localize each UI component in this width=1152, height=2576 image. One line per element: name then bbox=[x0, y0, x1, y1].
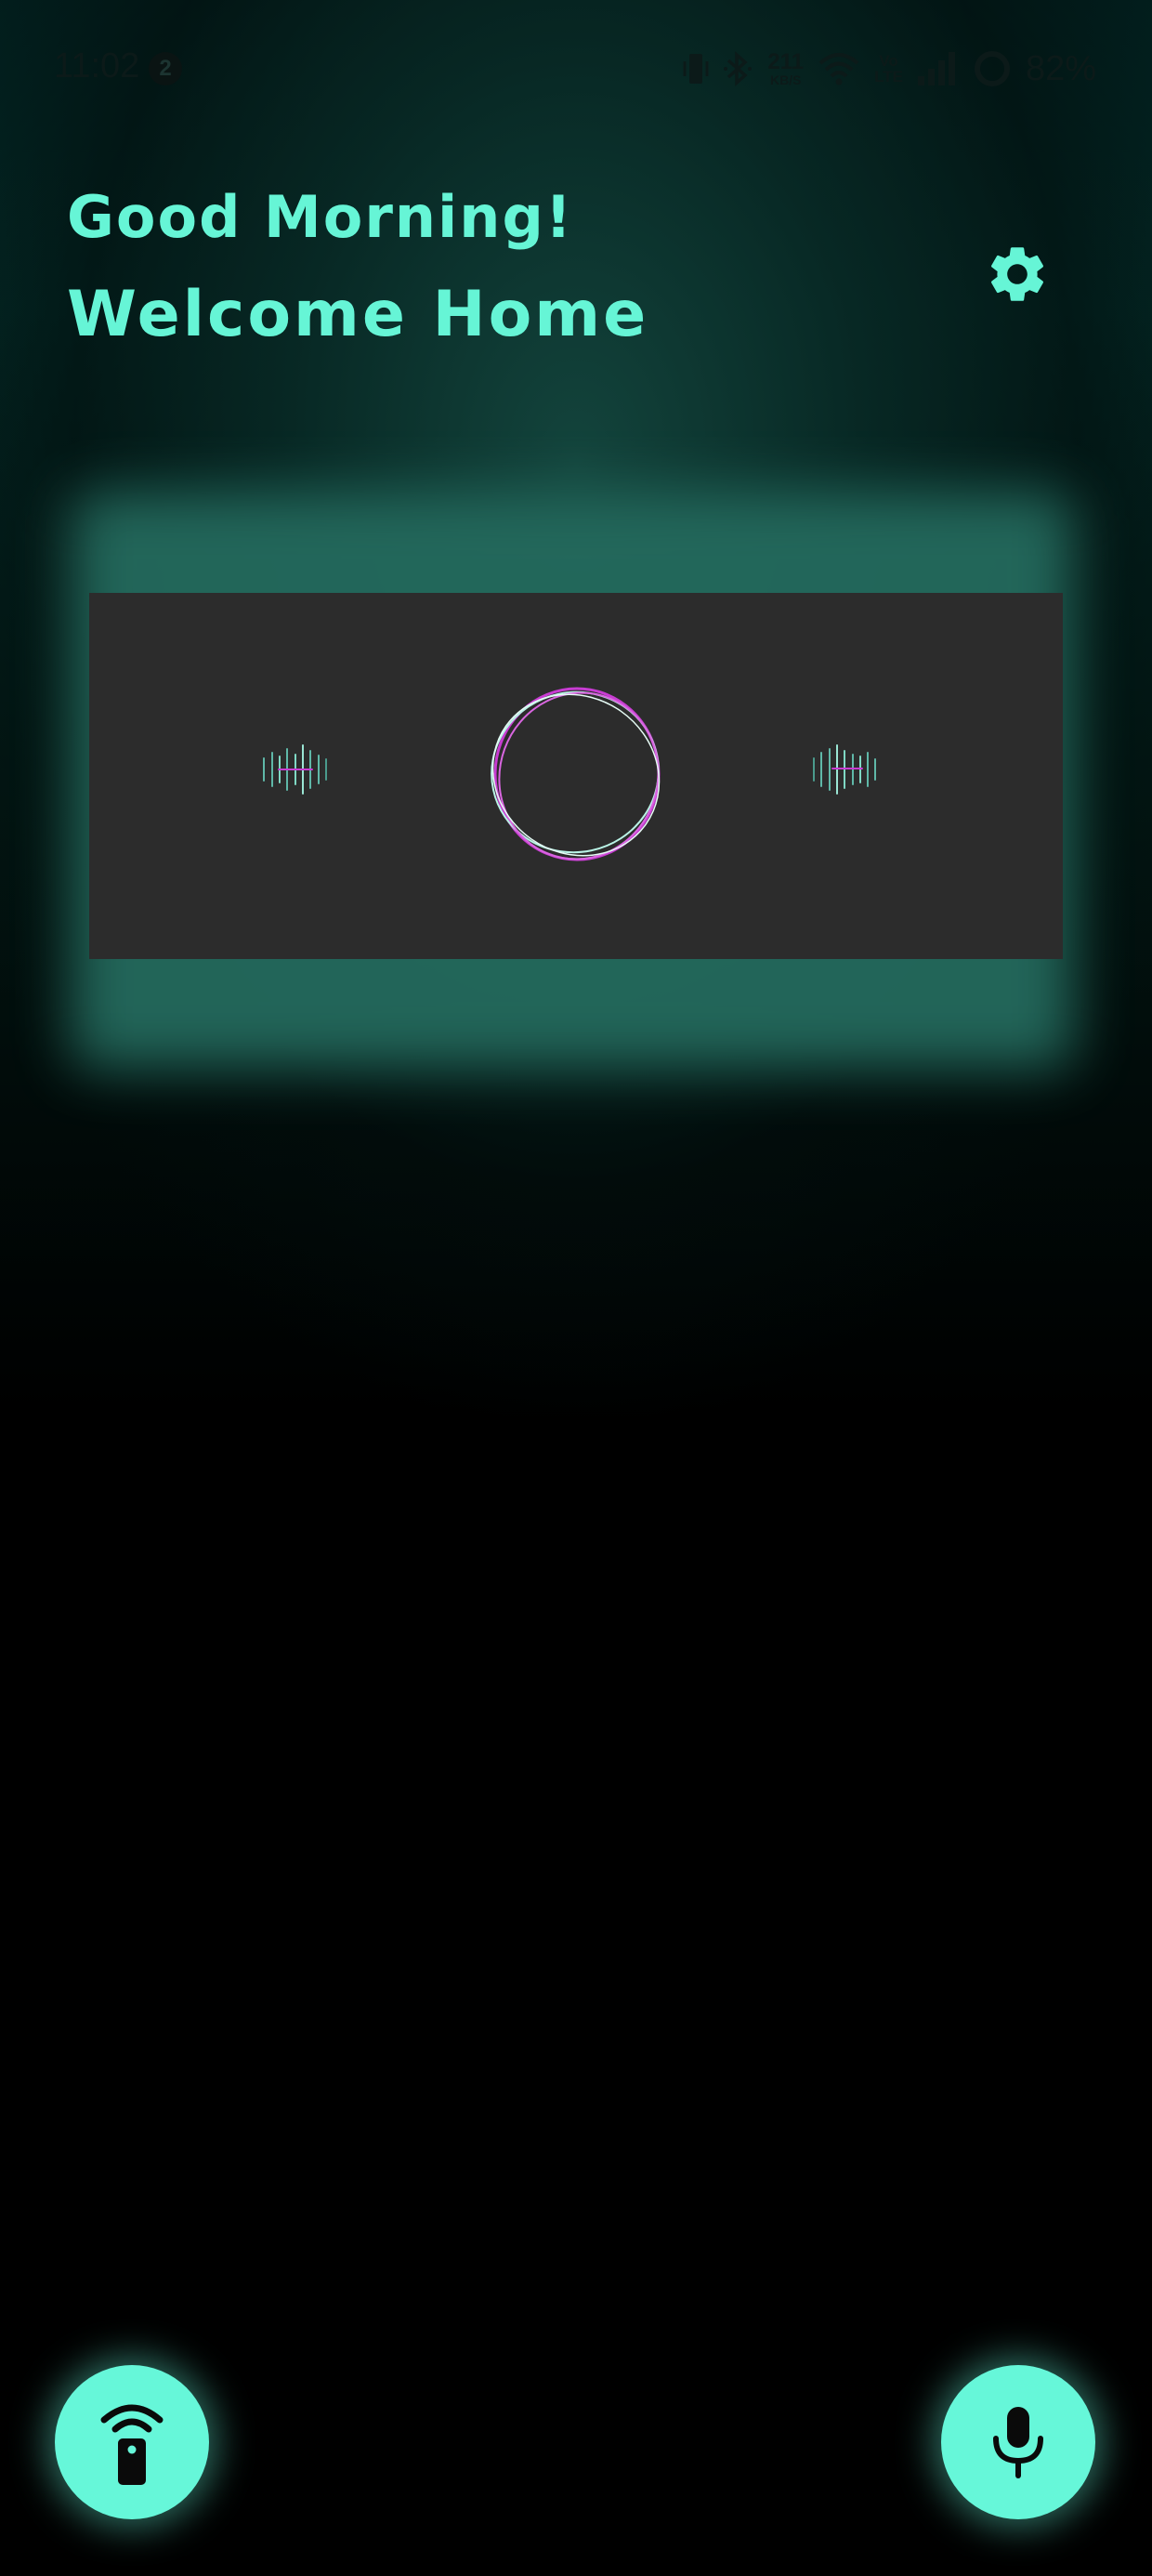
volte-top: Vo bbox=[879, 52, 898, 70]
settings-button[interactable] bbox=[980, 237, 1054, 311]
battery-percent: 82% bbox=[1025, 48, 1096, 88]
status-bar: 11:02 2 211 KB/S Vo LTE 82% bbox=[0, 0, 1152, 139]
remote-wifi-icon bbox=[100, 2404, 164, 2485]
microphone-button[interactable] bbox=[941, 2365, 1095, 2519]
ring-waveform-icon bbox=[491, 687, 661, 861]
network-speed: 211 KB/S bbox=[767, 49, 805, 87]
gear-icon bbox=[990, 247, 1044, 301]
vibrate-icon bbox=[683, 54, 709, 84]
visualizer-canvas bbox=[263, 687, 876, 861]
greeting-text: Good Morning! bbox=[67, 183, 574, 251]
home-screen: 11:02 2 211 KB/S Vo LTE 82% Good Morning… bbox=[0, 0, 1152, 2576]
audio-bars-left-icon bbox=[263, 744, 327, 795]
status-time: 11:02 bbox=[54, 46, 140, 85]
remote-button[interactable] bbox=[55, 2365, 209, 2519]
volte-indicator: Vo LTE bbox=[874, 53, 903, 85]
wifi-icon bbox=[818, 53, 859, 85]
welcome-text: Welcome Home bbox=[67, 278, 649, 351]
signal-icon bbox=[917, 52, 955, 85]
bluetooth-icon bbox=[724, 51, 753, 86]
status-icons: 211 KB/S Vo LTE 82% bbox=[682, 45, 1096, 93]
battery-ring-icon bbox=[974, 51, 1010, 86]
network-speed-value: 211 bbox=[767, 49, 805, 74]
notification-badge: 2 bbox=[149, 52, 182, 85]
volte-bottom: LTE bbox=[874, 68, 903, 85]
microphone-icon bbox=[993, 2407, 1043, 2478]
visualizer-card bbox=[89, 593, 1063, 959]
network-speed-unit: KB/S bbox=[769, 72, 802, 87]
audio-bars-right-icon bbox=[813, 744, 876, 795]
